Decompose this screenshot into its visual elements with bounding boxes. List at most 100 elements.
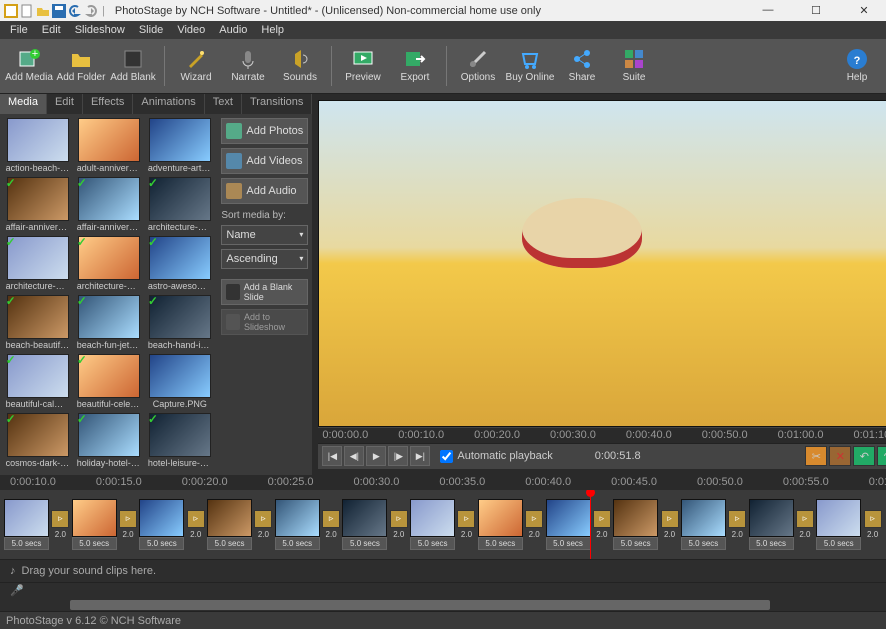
tab-edit[interactable]: Edit [47, 94, 83, 114]
narration-track[interactable]: 🎤 [0, 582, 886, 598]
transition[interactable]: ▹2.0 [457, 505, 476, 543]
menu-help[interactable]: Help [255, 23, 290, 37]
media-thumb[interactable]: architecture-ballo... [146, 177, 213, 232]
minimize-button[interactable]: — [750, 4, 786, 17]
prev-clip-button[interactable]: |◀ [322, 446, 342, 466]
sort-order-select[interactable]: Ascending [221, 249, 308, 269]
add-media-button[interactable]: +Add Media [4, 42, 54, 90]
maximize-button[interactable]: ☐ [798, 4, 834, 17]
timeline-clip[interactable]: 5.0 secs [207, 499, 252, 550]
media-grid[interactable]: action-beach-care...adult-anniversary...… [0, 114, 217, 475]
timeline-clip[interactable]: 5.0 secs [478, 499, 523, 550]
media-thumb[interactable]: architecture-barg... [4, 236, 71, 291]
transition[interactable]: ▹2.0 [51, 505, 70, 543]
sort-field-select[interactable]: Name [221, 225, 308, 245]
timeline-clip[interactable]: 5.0 secs [681, 499, 726, 550]
timeline-clip[interactable]: 5.0 secs [749, 499, 794, 550]
transition[interactable]: ▹2.0 [186, 505, 205, 543]
tab-media[interactable]: Media [0, 94, 47, 114]
media-thumb[interactable]: adventure-art-ball... [146, 118, 213, 173]
add-blank-button[interactable]: Add Blank [108, 42, 158, 90]
tab-text[interactable]: Text [205, 94, 242, 114]
timeline-clip[interactable]: 5.0 secs [275, 499, 320, 550]
media-thumb[interactable]: affair-anniversary... [4, 177, 71, 232]
menu-video[interactable]: Video [171, 23, 211, 37]
play-button[interactable]: ▶ [366, 446, 386, 466]
menu-slide[interactable]: Slide [133, 23, 169, 37]
add-photos-button[interactable]: Add Photos [221, 118, 308, 144]
delete-button[interactable]: ✕ [829, 446, 851, 466]
undo-button[interactable]: ↶ [853, 446, 875, 466]
media-thumb[interactable]: affair-anniversary-... [75, 177, 142, 232]
cut-button[interactable]: ✂ [805, 446, 827, 466]
redo-button[interactable]: ↷ [877, 446, 886, 466]
tab-animations[interactable]: Animations [133, 94, 204, 114]
media-thumb[interactable]: beach-hand-ice-cr... [146, 295, 213, 350]
timeline-clip[interactable]: 5.0 secs [410, 499, 455, 550]
share-button[interactable]: Share [557, 42, 607, 90]
add-videos-button[interactable]: Add Videos [221, 148, 308, 174]
add-audio-button[interactable]: Add Audio [221, 178, 308, 204]
transition[interactable]: ▹2.0 [254, 505, 273, 543]
add-blank-slide-button[interactable]: Add a Blank Slide [221, 279, 308, 305]
media-thumb[interactable]: beautiful-celebrati... [75, 354, 142, 409]
wizard-button[interactable]: Wizard [171, 42, 221, 90]
transition[interactable]: ▹2.0 [389, 505, 408, 543]
transition[interactable]: ▹2.0 [796, 505, 815, 543]
menu-file[interactable]: File [4, 23, 34, 37]
undo-icon[interactable] [68, 4, 82, 18]
next-clip-button[interactable]: ▶| [410, 446, 430, 466]
menu-edit[interactable]: Edit [36, 23, 67, 37]
timeline-scrollbar[interactable] [0, 598, 886, 612]
media-thumb[interactable]: astro-awesome-bl... [146, 236, 213, 291]
preview-button[interactable]: Preview [338, 42, 388, 90]
media-thumb[interactable]: hotel-leisure-palm-... [146, 413, 213, 468]
timeline[interactable]: 5.0 secs▹2.05.0 secs▹2.05.0 secs▹2.05.0 … [0, 490, 886, 558]
timeline-clip[interactable]: 5.0 secs [613, 499, 658, 550]
add-folder-button[interactable]: Add Folder [56, 42, 106, 90]
timeline-clip[interactable]: 5.0 secs [72, 499, 117, 550]
new-icon[interactable] [20, 4, 34, 18]
media-thumb[interactable]: beach-beautiful-bi... [4, 295, 71, 350]
export-button[interactable]: Export [390, 42, 440, 90]
timeline-ruler[interactable]: 0:00:10.00:00:15.00:00:20.00:00:25.00:00… [0, 475, 886, 491]
media-thumb[interactable]: beach-fun-jet-ski-... [75, 295, 142, 350]
menu-slideshow[interactable]: Slideshow [69, 23, 131, 37]
timeline-clip[interactable]: 5.0 secs [4, 499, 49, 550]
redo-icon[interactable] [84, 4, 98, 18]
narrate-button[interactable]: Narrate [223, 42, 273, 90]
tab-transitions[interactable]: Transitions [242, 94, 312, 114]
playhead[interactable] [590, 490, 591, 558]
help-button[interactable]: ?Help [832, 42, 882, 90]
media-thumb[interactable]: beautiful-calm-clo... [4, 354, 71, 409]
step-back-button[interactable]: ◀| [344, 446, 364, 466]
save-icon[interactable] [52, 4, 66, 18]
open-icon[interactable] [36, 4, 50, 18]
add-to-slideshow-button[interactable]: Add to Slideshow [221, 309, 308, 335]
auto-playback-checkbox[interactable]: Automatic playback [440, 450, 552, 463]
media-thumb[interactable]: architecture-buildi... [75, 236, 142, 291]
timeline-clip[interactable]: 5.0 secs [816, 499, 861, 550]
transition[interactable]: ▹2.0 [525, 505, 544, 543]
audio-track[interactable]: ♪ Drag your sound clips here. [0, 559, 886, 582]
tab-effects[interactable]: Effects [83, 94, 133, 114]
media-thumb[interactable]: action-beach-care... [4, 118, 71, 173]
media-thumb[interactable]: holiday-hotel-las-v... [75, 413, 142, 468]
suite-button[interactable]: Suite [609, 42, 659, 90]
transition[interactable]: ▹2.0 [728, 505, 747, 543]
options-button[interactable]: Options [453, 42, 503, 90]
media-thumb[interactable]: cosmos-dark-eveni... [4, 413, 71, 468]
timeline-clip[interactable]: 5.0 secs [342, 499, 387, 550]
close-button[interactable]: ✕ [846, 4, 882, 17]
transition[interactable]: ▹2.0 [660, 505, 679, 543]
transition[interactable]: ▹2.0 [863, 505, 882, 543]
timeline-clip[interactable]: 5.0 secs [139, 499, 184, 550]
timeline-clip[interactable]: 5.0 secs [546, 499, 591, 550]
menu-audio[interactable]: Audio [213, 23, 253, 37]
transition[interactable]: ▹2.0 [322, 505, 341, 543]
buy-online-button[interactable]: Buy Online [505, 42, 555, 90]
transition[interactable]: ▹2.0 [593, 505, 612, 543]
sounds-button[interactable]: Sounds [275, 42, 325, 90]
step-fwd-button[interactable]: |▶ [388, 446, 408, 466]
transition[interactable]: ▹2.0 [119, 505, 138, 543]
